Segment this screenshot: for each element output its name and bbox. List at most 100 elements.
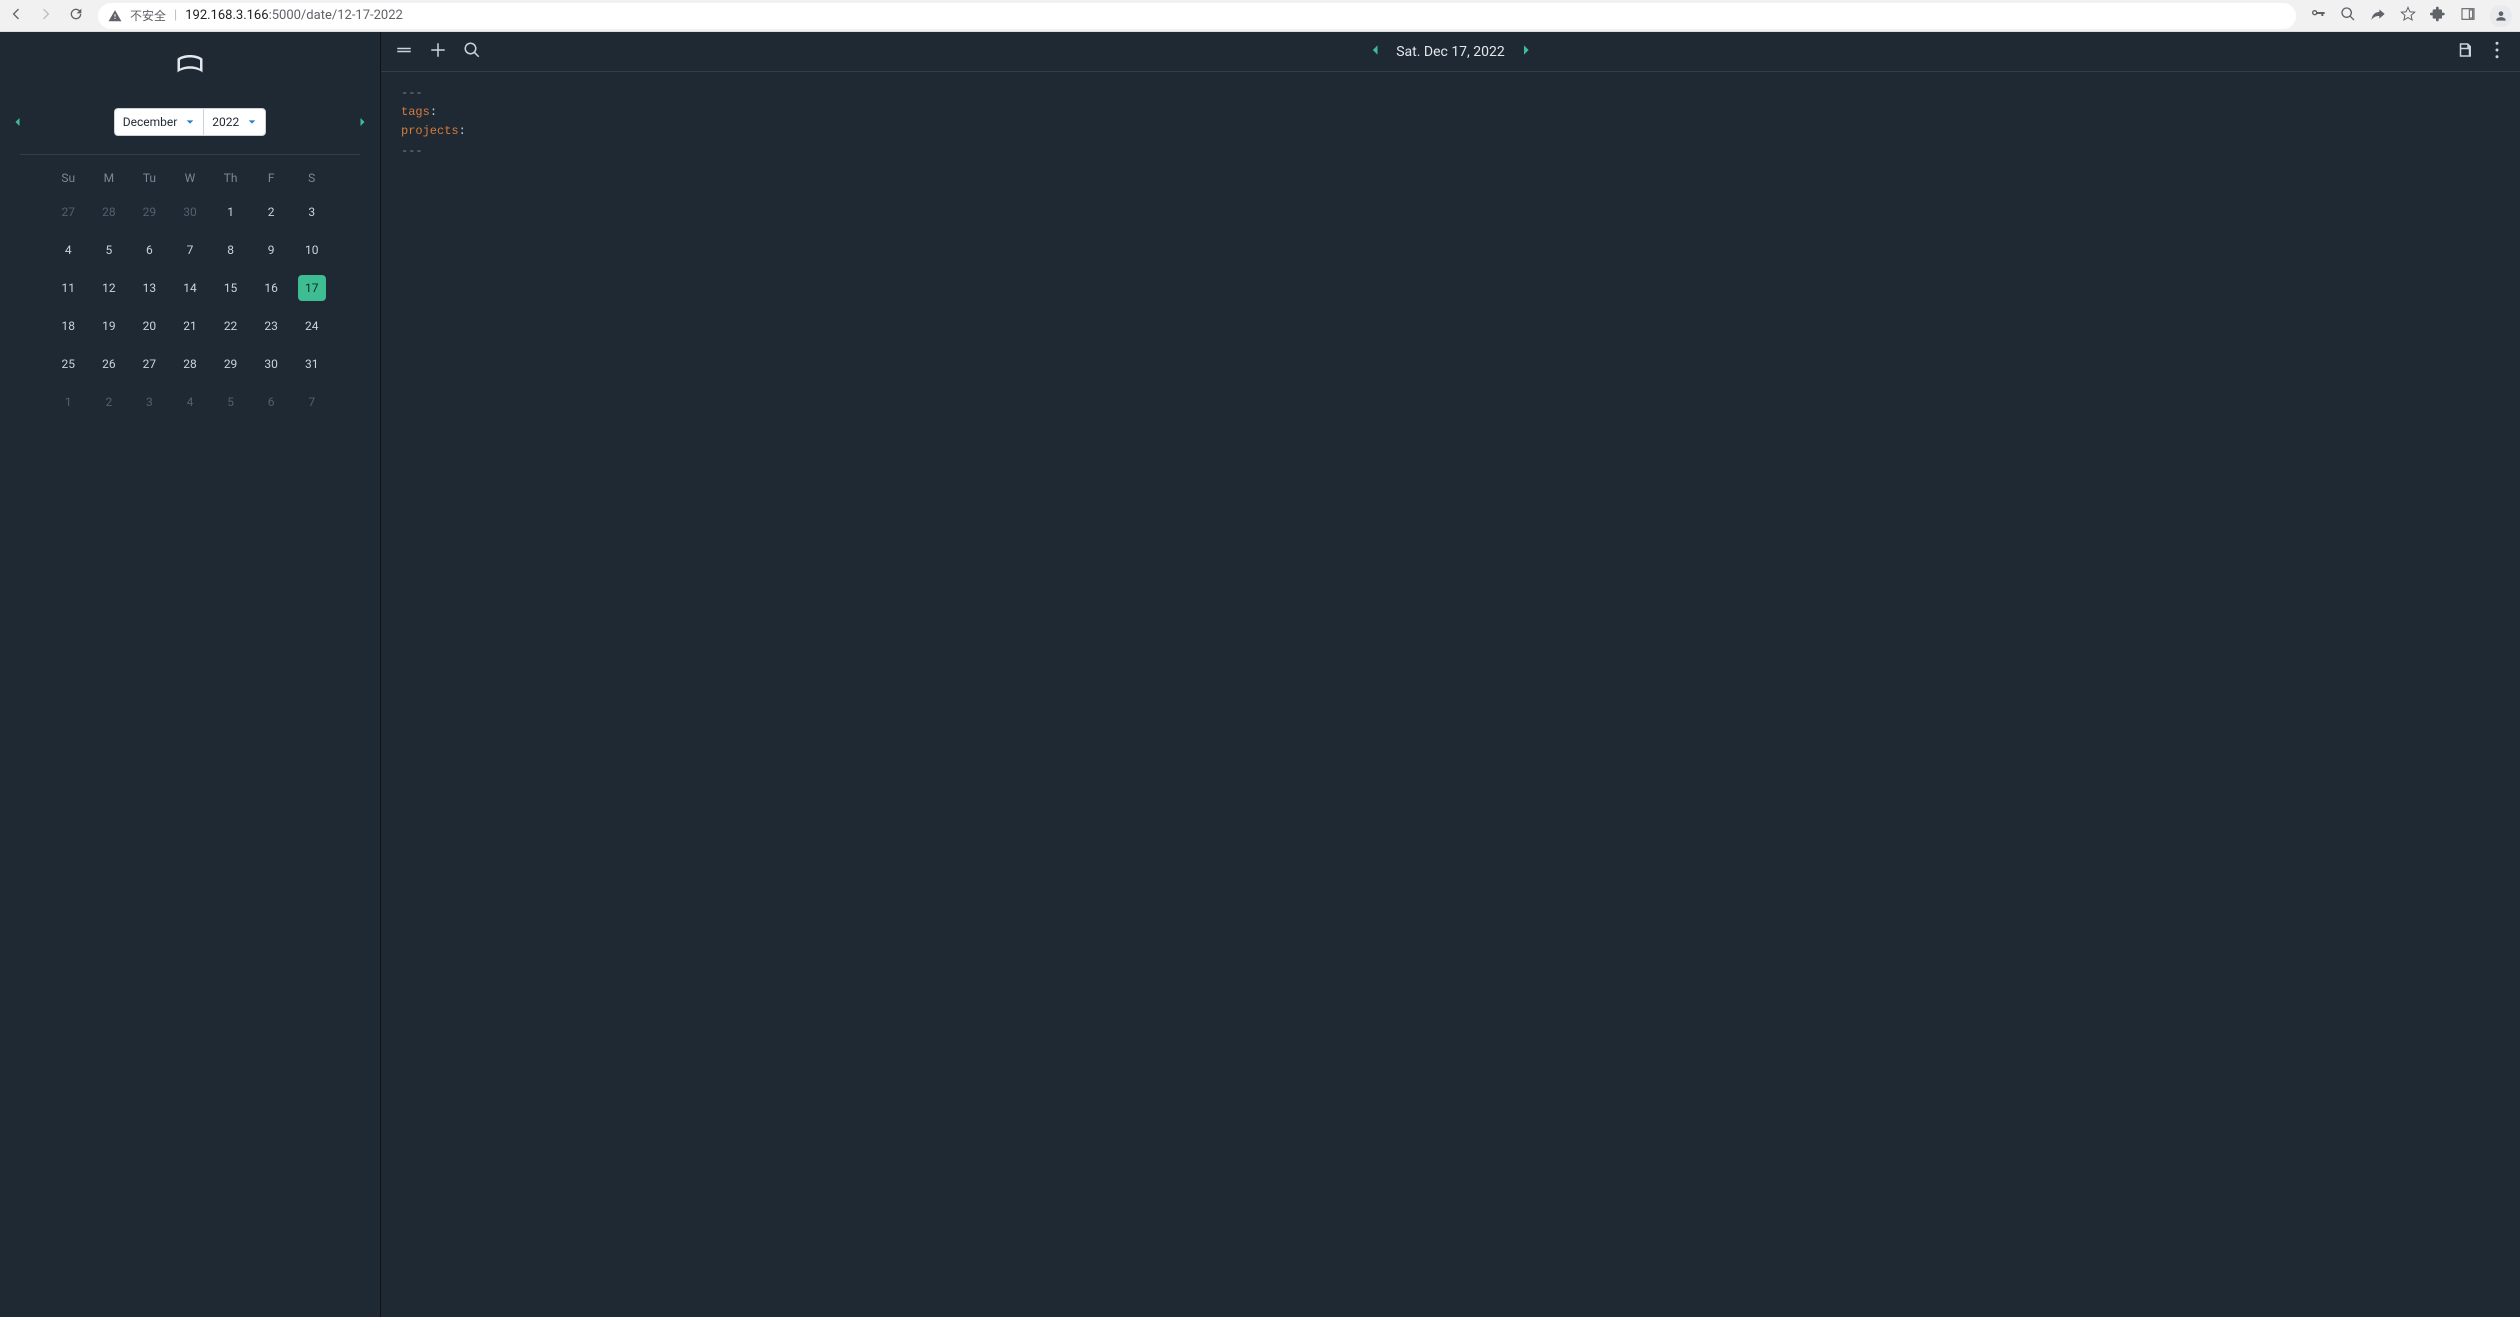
key-icon[interactable] bbox=[2310, 6, 2326, 26]
calendar-day-cell[interactable]: 2 bbox=[89, 383, 130, 421]
sidebar-divider bbox=[20, 154, 360, 155]
chevron-down-icon bbox=[247, 117, 257, 127]
calendar-day-header: M bbox=[89, 163, 130, 193]
calendar-day-cell[interactable]: 12 bbox=[89, 269, 130, 307]
browser-back-button[interactable] bbox=[8, 6, 24, 26]
calendar-day-cell[interactable]: 26 bbox=[89, 345, 130, 383]
calendar-day-cell[interactable]: 9 bbox=[251, 231, 292, 269]
extensions-icon[interactable] bbox=[2430, 6, 2446, 26]
calendar-day-cell[interactable]: 13 bbox=[129, 269, 170, 307]
calendar-day-cell[interactable]: 22 bbox=[210, 307, 251, 345]
calendar-day-cell[interactable]: 29 bbox=[129, 193, 170, 231]
address-bar[interactable]: 不安全 | 192.168.3.166:5000/date/12-17-2022 bbox=[98, 3, 2296, 29]
calendar-day-cell[interactable]: 16 bbox=[251, 269, 292, 307]
calendar-day-cell[interactable]: 23 bbox=[251, 307, 292, 345]
calendar-week-row: 25262728293031 bbox=[48, 345, 332, 383]
calendar-day-header: S bbox=[291, 163, 332, 193]
calendar-day-cell[interactable]: 7 bbox=[291, 383, 332, 421]
calendar-week-row: 27282930123 bbox=[48, 193, 332, 231]
calendar-day-cell[interactable]: 2 bbox=[251, 193, 292, 231]
calendar-day-cell[interactable]: 6 bbox=[251, 383, 292, 421]
calendar-day-cell[interactable]: 29 bbox=[210, 345, 251, 383]
calendar-day-cell[interactable]: 28 bbox=[170, 345, 211, 383]
zoom-icon[interactable] bbox=[2340, 6, 2356, 26]
calendar-week-row: 11121314151617 bbox=[48, 269, 332, 307]
calendar-day-cell[interactable]: 27 bbox=[129, 345, 170, 383]
calendar-day-cell[interactable]: 18 bbox=[48, 307, 89, 345]
browser-forward-button[interactable] bbox=[38, 6, 54, 26]
profile-avatar[interactable] bbox=[2490, 5, 2512, 27]
calendar-week-row: 18192021222324 bbox=[48, 307, 332, 345]
app-logo[interactable] bbox=[175, 50, 205, 84]
calendar-day-cell[interactable]: 8 bbox=[210, 231, 251, 269]
next-day-button[interactable] bbox=[1519, 43, 1533, 61]
calendar-day-cell[interactable]: 5 bbox=[210, 383, 251, 421]
calendar-day-cell[interactable]: 1 bbox=[210, 193, 251, 231]
address-separator: | bbox=[174, 8, 177, 23]
calendar-day-cell[interactable]: 10 bbox=[291, 231, 332, 269]
editor-area[interactable]: --- tags: projects: --- bbox=[381, 72, 2520, 1317]
calendar-day-cell[interactable]: 21 bbox=[170, 307, 211, 345]
current-date-label: Sat. Dec 17, 2022 bbox=[1396, 44, 1505, 60]
calendar-day-cell[interactable]: 20 bbox=[129, 307, 170, 345]
next-month-button[interactable] bbox=[356, 113, 368, 132]
calendar-week-row: 45678910 bbox=[48, 231, 332, 269]
save-button[interactable] bbox=[2456, 41, 2474, 63]
panel-icon[interactable] bbox=[2460, 6, 2476, 26]
frontmatter-open: --- bbox=[401, 86, 423, 100]
new-entry-button[interactable] bbox=[429, 41, 447, 63]
year-select-label: 2022 bbox=[212, 115, 239, 129]
menu-toggle-button[interactable] bbox=[395, 41, 413, 63]
month-select-label: December bbox=[123, 115, 178, 129]
calendar-day-cell[interactable]: 5 bbox=[89, 231, 130, 269]
calendar-day-cell[interactable]: 4 bbox=[48, 231, 89, 269]
calendar-day-cell[interactable]: 25 bbox=[48, 345, 89, 383]
more-menu-button[interactable] bbox=[2488, 41, 2506, 63]
editor-toolbar: Sat. Dec 17, 2022 bbox=[381, 32, 2520, 72]
calendar-day-cell[interactable]: 27 bbox=[48, 193, 89, 231]
calendar-day-cell[interactable]: 15 bbox=[210, 269, 251, 307]
search-button[interactable] bbox=[463, 41, 481, 63]
browser-toolbar: 不安全 | 192.168.3.166:5000/date/12-17-2022 bbox=[0, 0, 2520, 32]
calendar-day-cell[interactable]: 3 bbox=[129, 383, 170, 421]
calendar-day-cell[interactable]: 3 bbox=[291, 193, 332, 231]
calendar-day-cell[interactable]: 31 bbox=[291, 345, 332, 383]
calendar-day-cell[interactable]: 4 bbox=[170, 383, 211, 421]
insecure-label: 不安全 bbox=[130, 7, 166, 24]
month-navigation: December 2022 bbox=[0, 108, 380, 136]
insecure-icon bbox=[108, 9, 122, 23]
frontmatter-close: --- bbox=[401, 144, 423, 158]
colon: : bbox=[430, 105, 437, 119]
calendar-day-cell[interactable]: 6 bbox=[129, 231, 170, 269]
calendar-day-header: Tu bbox=[129, 163, 170, 193]
colon: : bbox=[459, 124, 466, 138]
calendar-day-cell[interactable]: 7 bbox=[170, 231, 211, 269]
calendar-day-header: Su bbox=[48, 163, 89, 193]
calendar-day-cell[interactable]: 17 bbox=[291, 269, 332, 307]
app-root: December 2022 SuMTuWThFS 272829301234567… bbox=[0, 32, 2520, 1317]
calendar-day-header: W bbox=[170, 163, 211, 193]
calendar-day-cell[interactable]: 30 bbox=[170, 193, 211, 231]
calendar-day-cell[interactable]: 24 bbox=[291, 307, 332, 345]
calendar-day-cell[interactable]: 11 bbox=[48, 269, 89, 307]
month-select[interactable]: December bbox=[114, 108, 204, 136]
calendar-day-header: F bbox=[251, 163, 292, 193]
browser-reload-button[interactable] bbox=[68, 6, 84, 26]
star-icon[interactable] bbox=[2400, 6, 2416, 26]
address-host: 192.168.3.166 bbox=[185, 8, 268, 23]
tags-key: tags bbox=[401, 105, 430, 119]
projects-key: projects bbox=[401, 124, 459, 138]
calendar-header-row: SuMTuWThFS bbox=[48, 163, 332, 193]
sidebar: December 2022 SuMTuWThFS 272829301234567… bbox=[0, 32, 380, 1317]
year-select[interactable]: 2022 bbox=[203, 108, 266, 136]
calendar-day-header: Th bbox=[210, 163, 251, 193]
prev-day-button[interactable] bbox=[1368, 43, 1382, 61]
calendar-day-cell[interactable]: 28 bbox=[89, 193, 130, 231]
share-icon[interactable] bbox=[2370, 6, 2386, 26]
calendar-day-cell[interactable]: 30 bbox=[251, 345, 292, 383]
main-panel: Sat. Dec 17, 2022 --- tags: projects: --… bbox=[380, 32, 2520, 1317]
prev-month-button[interactable] bbox=[12, 113, 24, 132]
calendar-day-cell[interactable]: 1 bbox=[48, 383, 89, 421]
calendar-day-cell[interactable]: 19 bbox=[89, 307, 130, 345]
calendar-day-cell[interactable]: 14 bbox=[170, 269, 211, 307]
